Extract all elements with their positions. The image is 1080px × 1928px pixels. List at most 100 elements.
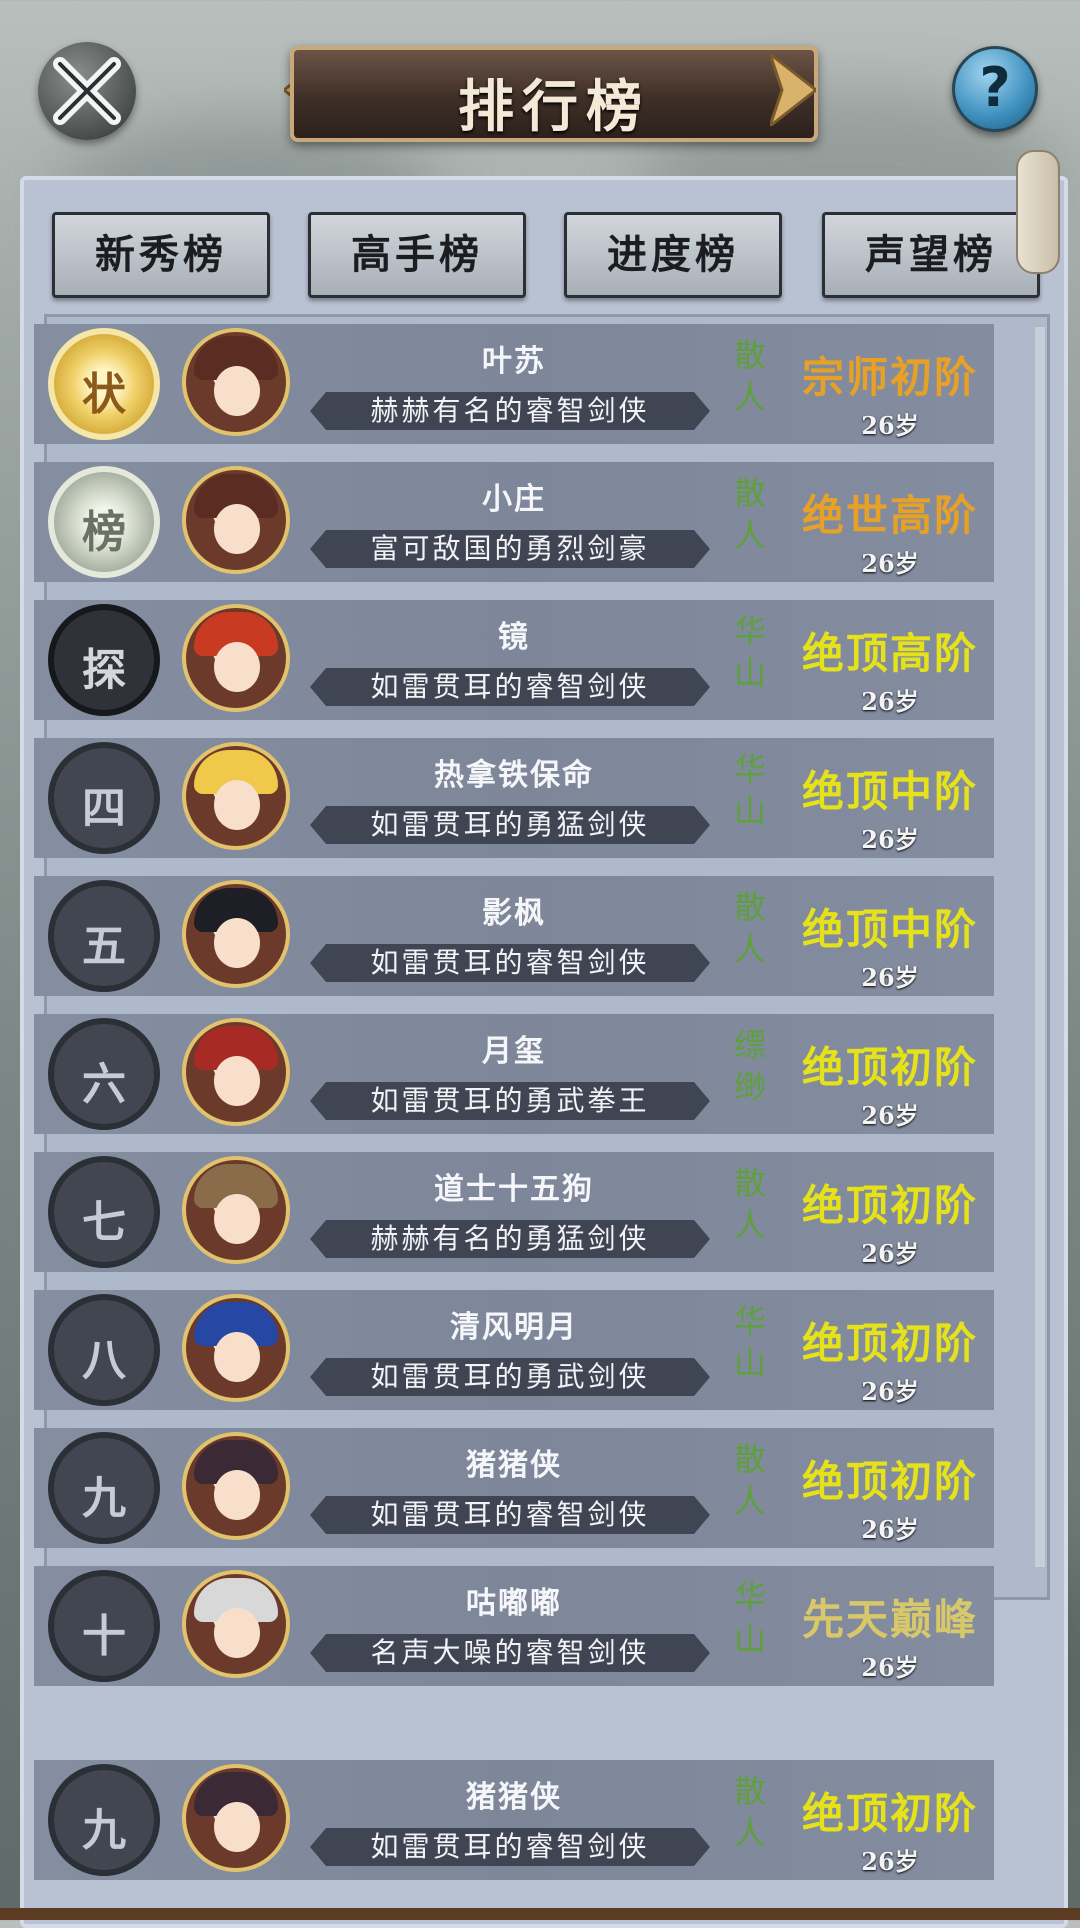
rank-label: 榜 <box>82 507 126 558</box>
avatar-face <box>214 1056 260 1106</box>
player-title: 富可敌国的勇烈剑豪 <box>370 532 650 565</box>
avatar[interactable] <box>182 1156 290 1264</box>
avatar[interactable] <box>182 1294 290 1402</box>
avatar-face <box>214 918 260 968</box>
player-age: 26岁 <box>861 963 919 992</box>
player-sect: 华山 <box>733 1578 766 1658</box>
avatar[interactable] <box>182 328 290 436</box>
player-title-banner: 富可敌国的勇烈剑豪 <box>310 530 710 568</box>
avatar[interactable] <box>182 466 290 574</box>
player-title: 如雷贯耳的勇武拳王 <box>370 1084 650 1117</box>
question-mark-icon: ? <box>979 56 1011 119</box>
player-sect: 华山 <box>733 750 766 830</box>
tab-bar: 新秀榜 高手榜 进度榜 声望榜 <box>52 212 1042 298</box>
table-row[interactable]: 九 猪猪侠 如雷贯耳的睿智剑侠 散人 绝顶初阶 26岁 <box>34 1428 994 1548</box>
avatar[interactable] <box>182 604 290 712</box>
player-title: 如雷贯耳的睿智剑侠 <box>370 1830 650 1863</box>
tab-progress[interactable]: 进度榜 <box>564 212 782 298</box>
player-name: 热拿铁保命 <box>434 758 594 793</box>
avatar-face <box>214 780 260 830</box>
table-row[interactable]: 八 清风明月 如雷贯耳的勇武剑侠 华山 绝顶初阶 26岁 <box>34 1290 994 1410</box>
player-realm: 绝顶初阶 <box>801 1043 978 1092</box>
player-name: 咕嘟嘟 <box>466 1586 562 1621</box>
player-name: 道士十五狗 <box>434 1172 594 1207</box>
player-title-banner: 名声大噪的睿智剑侠 <box>310 1634 710 1672</box>
player-age: 26岁 <box>861 1847 919 1876</box>
rank-badge: 五 <box>48 880 160 992</box>
player-age: 26岁 <box>861 1239 919 1268</box>
tab-rookie[interactable]: 新秀榜 <box>52 212 270 298</box>
player-title-banner: 如雷贯耳的睿智剑侠 <box>310 1828 710 1866</box>
player-age: 26岁 <box>861 1515 919 1544</box>
table-row[interactable]: 四 热拿铁保命 如雷贯耳的勇猛剑侠 华山 绝顶中阶 26岁 <box>34 738 994 858</box>
player-title: 赫赫有名的睿智剑侠 <box>370 394 650 427</box>
table-row[interactable]: 七 道士十五狗 赫赫有名的勇猛剑侠 散人 绝顶初阶 26岁 <box>34 1152 994 1272</box>
table-row[interactable]: 榜 小庄 富可敌国的勇烈剑豪 散人 绝世高阶 26岁 <box>34 462 994 582</box>
player-title: 如雷贯耳的睿智剑侠 <box>370 670 650 703</box>
avatar-face <box>214 1332 260 1382</box>
close-button[interactable] <box>38 42 136 140</box>
avatar[interactable] <box>182 1018 290 1126</box>
avatar[interactable] <box>182 880 290 988</box>
rank-badge: 榜 <box>48 466 160 578</box>
title-right-ornament <box>770 54 816 126</box>
avatar-face <box>214 504 260 554</box>
avatar[interactable] <box>182 1432 290 1540</box>
player-title: 如雷贯耳的睿智剑侠 <box>370 1498 650 1531</box>
rank-badge: 探 <box>48 604 160 716</box>
player-realm: 宗师初阶 <box>801 353 978 402</box>
player-title-banner: 赫赫有名的勇猛剑侠 <box>310 1220 710 1258</box>
avatar[interactable] <box>182 1570 290 1678</box>
close-icon <box>53 57 121 125</box>
page-title: 排行榜 <box>458 74 650 140</box>
tab-master[interactable]: 高手榜 <box>308 212 526 298</box>
player-title: 赫赫有名的勇猛剑侠 <box>370 1222 650 1255</box>
avatar[interactable] <box>182 1764 290 1872</box>
player-title-banner: 如雷贯耳的睿智剑侠 <box>310 944 710 982</box>
rank-badge: 九 <box>48 1764 160 1876</box>
avatar[interactable] <box>182 742 290 850</box>
player-sect: 缥缈 <box>733 1026 766 1106</box>
player-title: 如雷贯耳的勇猛剑侠 <box>370 808 650 841</box>
scrollbar-thumb[interactable] <box>1016 150 1060 274</box>
table-row[interactable]: 探 镜 如雷贯耳的睿智剑侠 华山 绝顶高阶 26岁 <box>34 600 994 720</box>
table-row[interactable]: 状 叶苏 赫赫有名的睿智剑侠 散人 宗师初阶 26岁 <box>34 324 994 444</box>
player-title-banner: 如雷贯耳的睿智剑侠 <box>310 668 710 706</box>
player-name: 猪猪侠 <box>466 1448 562 1483</box>
player-sect: 散人 <box>733 888 766 968</box>
player-realm: 绝顶初阶 <box>801 1181 978 1230</box>
player-realm: 绝顶中阶 <box>801 905 978 954</box>
table-row[interactable]: 六 月玺 如雷贯耳的勇武拳王 缥缈 绝顶初阶 26岁 <box>34 1014 994 1134</box>
player-realm: 绝顶初阶 <box>801 1457 978 1506</box>
player-sect: 散人 <box>733 336 766 416</box>
player-age: 26岁 <box>861 1101 919 1130</box>
player-title: 如雷贯耳的勇武剑侠 <box>370 1360 650 1393</box>
player-age: 26岁 <box>861 1653 919 1682</box>
rank-label: 七 <box>82 1197 126 1248</box>
player-age: 26岁 <box>861 549 919 578</box>
player-sect: 散人 <box>733 1164 766 1244</box>
table-row[interactable]: 五 影枫 如雷贯耳的睿智剑侠 散人 绝顶中阶 26岁 <box>34 876 994 996</box>
player-title: 如雷贯耳的睿智剑侠 <box>370 946 650 979</box>
table-row[interactable]: 十 咕嘟嘟 名声大噪的睿智剑侠 华山 先天巅峰 26岁 <box>34 1566 994 1686</box>
avatar-face <box>214 1194 260 1244</box>
player-realm: 绝顶初阶 <box>801 1319 978 1368</box>
tab-reputation[interactable]: 声望榜 <box>822 212 1040 298</box>
player-name: 叶苏 <box>482 344 546 379</box>
scroll-track[interactable] <box>1035 327 1045 1567</box>
rank-label: 状 <box>82 369 126 420</box>
avatar-face <box>214 1608 260 1658</box>
player-name: 镜 <box>498 620 530 655</box>
help-button[interactable]: ? <box>952 46 1038 132</box>
my-rank-row[interactable]: 九 猪猪侠 如雷贯耳的睿智剑侠 散人 绝顶初阶 26岁 <box>34 1760 994 1880</box>
rank-label: 六 <box>82 1059 126 1110</box>
player-sect: 散人 <box>733 1772 766 1852</box>
player-sect: 散人 <box>733 1440 766 1520</box>
rank-label: 九 <box>82 1473 126 1524</box>
rank-badge: 八 <box>48 1294 160 1406</box>
avatar-face <box>214 366 260 416</box>
player-title-banner: 赫赫有名的睿智剑侠 <box>310 392 710 430</box>
rank-badge: 十 <box>48 1570 160 1682</box>
player-sect: 华山 <box>733 612 766 692</box>
rank-badge: 六 <box>48 1018 160 1130</box>
